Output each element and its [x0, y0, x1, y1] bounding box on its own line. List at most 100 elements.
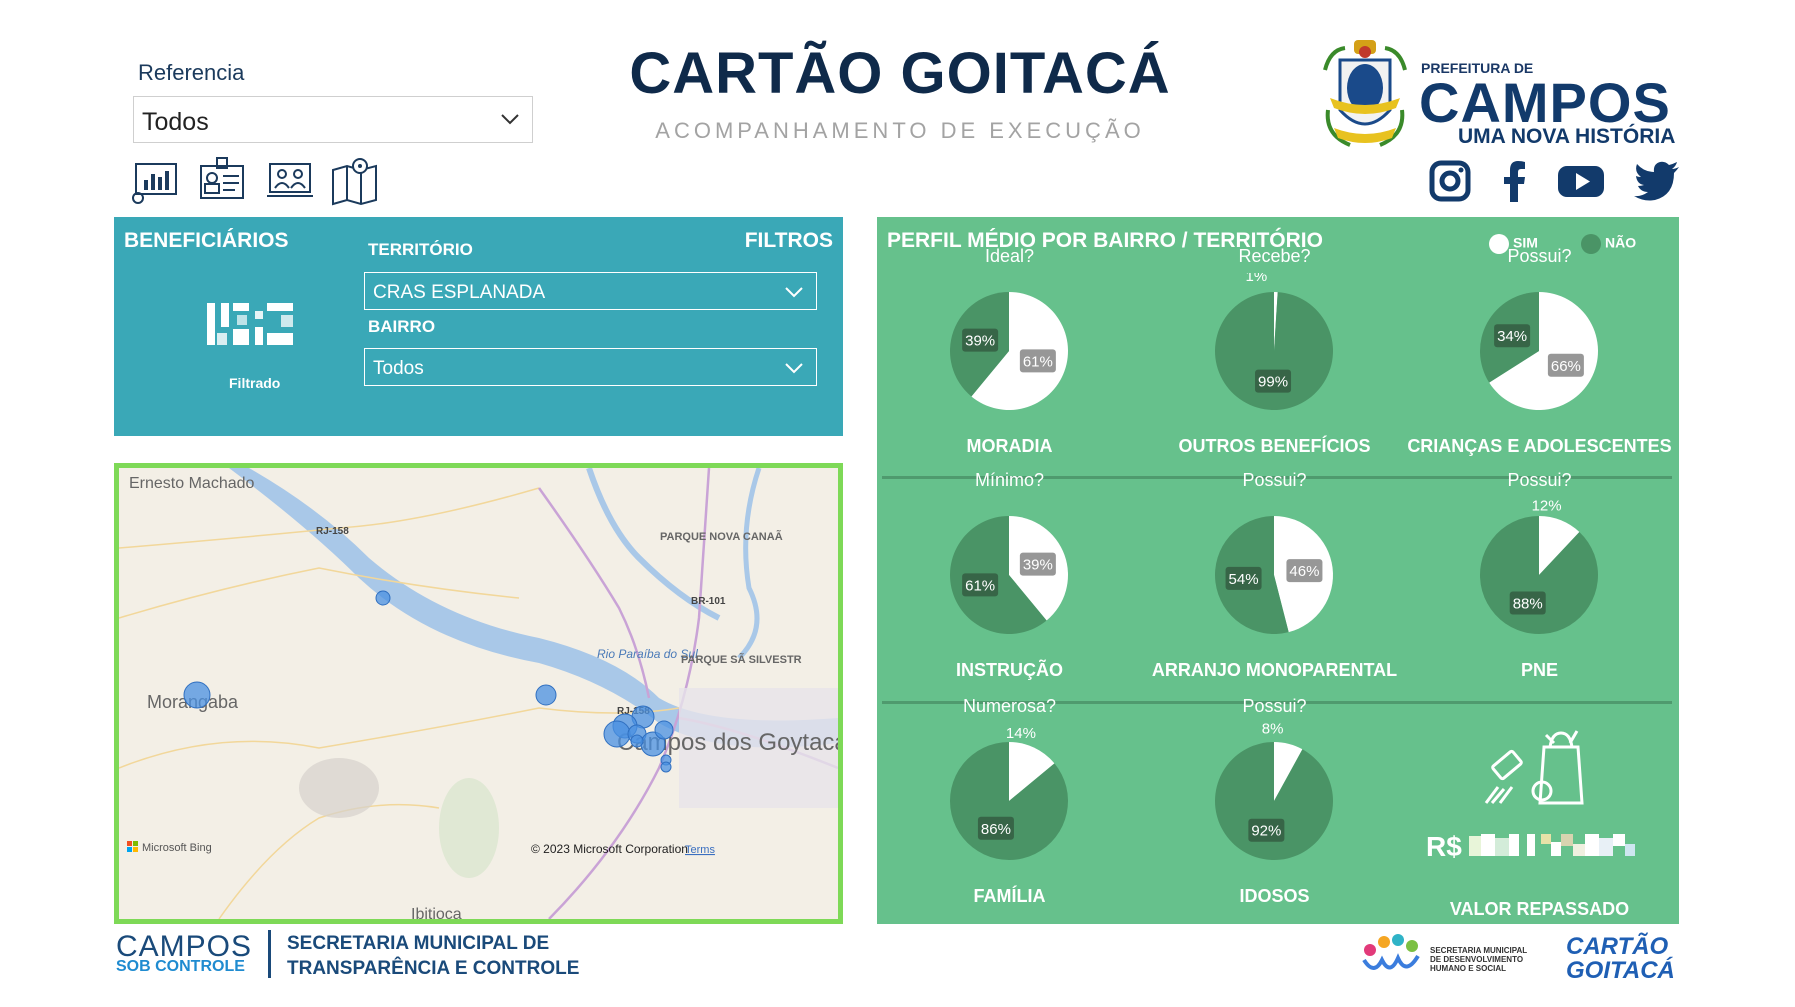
pie-label-sim: 66% — [1547, 353, 1584, 377]
pie-question: Recebe? — [1238, 246, 1311, 266]
map-bubble — [183, 681, 211, 709]
pie-question: Numerosa? — [962, 696, 1057, 716]
slogan: UMA NOVA HISTÓRIA — [1458, 125, 1676, 148]
pie-label-nao: 54% — [1225, 566, 1262, 590]
pie-chart-2[interactable]: Recebe? 1% 99% OUTROS BENEFÍCIOS — [1142, 237, 1407, 457]
svg-text:34%: 34% — [1497, 328, 1527, 345]
pie-label-sim: 1% — [1246, 273, 1268, 285]
pie-label-sim: 61% — [1019, 349, 1056, 373]
map-terms-link[interactable]: Terms — [685, 844, 715, 856]
map-place-label: PARQUE SÃ SILVESTR — [681, 653, 802, 666]
map-bubble — [630, 734, 644, 748]
pie-question: Possui? — [1242, 470, 1307, 490]
pie-chart-7[interactable]: Numerosa? 14% 86% FAMÍLIA — [877, 687, 1142, 907]
pie-question: Possui? — [1507, 470, 1572, 490]
pie-chart-6[interactable]: Possui? 12% 88% PNE — [1407, 461, 1672, 681]
cartao-logo-line-1: CARTÃO — [1566, 933, 1669, 960]
map-canvas[interactable]: Ernesto Machado RJ-158 PARQUE NOVA CANAÃ… — [119, 468, 838, 919]
page-title: CARTÃO GOITACÁ — [629, 41, 1171, 106]
map-place-label: PARQUE NOVA CANAÃ — [660, 530, 783, 543]
pie-chart-8[interactable]: Possui? 8% 92% IDOSOS — [1142, 687, 1407, 907]
chevron-down-icon — [501, 114, 519, 125]
pie-svg: 8% 92% — [1215, 723, 1333, 860]
cartao-goitaca-logo: CARTÃO GOITACÁ — [1566, 935, 1675, 983]
youtube-icon[interactable] — [1557, 160, 1605, 202]
pie-category: FAMÍLIA — [973, 886, 1046, 906]
cartao-logo-line-2: GOITACÁ — [1566, 957, 1675, 984]
map-pin-icon[interactable] — [330, 156, 380, 206]
svg-text:92%: 92% — [1251, 823, 1281, 840]
smds-label: SECRETARIA MUNICIPAL DE DESENVOLVIMENTO … — [1430, 946, 1527, 973]
facebook-icon[interactable] — [1494, 160, 1536, 202]
pie-label-sim: 12% — [1532, 497, 1562, 514]
svg-text:1%: 1% — [1246, 273, 1268, 285]
filtros-title: FILTROS — [744, 229, 833, 252]
pie-category: PNE — [1520, 660, 1558, 680]
map-provider: Microsoft Bing — [142, 842, 212, 854]
territorio-dropdown[interactable]: CRAS ESPLANADA — [364, 272, 817, 310]
valor-repassado-label: VALOR REPASSADO — [1449, 899, 1630, 919]
twitter-icon[interactable] — [1634, 160, 1680, 202]
bairro-label: BAIRRO — [368, 317, 436, 336]
svg-text:14%: 14% — [1006, 725, 1036, 742]
pie-svg: 14% 86% — [950, 725, 1068, 860]
smds-line-1: SECRETARIA MUNICIPAL — [1430, 946, 1528, 955]
map-place-label: Ernesto Machado — [129, 475, 255, 492]
beneficiarios-panel: BENEFICIÁRIOS Filtrado FILTROS TERRITÓRI… — [114, 217, 843, 436]
svg-text:88%: 88% — [1513, 596, 1543, 613]
smds-line-3: HUMANO E SOCIAL — [1430, 964, 1506, 973]
valor-currency: R$ — [1426, 831, 1462, 862]
pie-label-nao: 86% — [977, 816, 1014, 840]
pie-chart-1[interactable]: Ideal? 61% 39% MORADIA — [877, 237, 1142, 457]
pie-slice-nao[interactable] — [1215, 742, 1333, 860]
pie-svg: 46% 54% — [1215, 516, 1333, 634]
pie-label-nao: 34% — [1494, 324, 1531, 348]
pie-svg: 1% 99% — [1215, 273, 1333, 410]
sob-controle-label: SOB CONTROLE — [116, 958, 245, 975]
referencia-label: Referencia — [138, 60, 245, 85]
pie-chart-4[interactable]: Mínimo? 39% 61% INSTRUÇÃO — [877, 461, 1142, 681]
valor-amount-redacted — [1469, 834, 1635, 856]
svg-text:61%: 61% — [965, 577, 995, 594]
beneficiarios-map[interactable]: Ernesto Machado RJ-158 PARQUE NOVA CANAÃ… — [114, 463, 843, 924]
dashboard-icon[interactable] — [130, 156, 180, 206]
secretaria-line-2: TRANSPARÊNCIA E CONTROLE — [287, 958, 580, 979]
svg-text:66%: 66% — [1551, 358, 1581, 375]
page-subtitle: ACOMPANHAMENTO DE EXECUÇÃO — [655, 118, 1145, 143]
pie-label-nao: 92% — [1248, 818, 1285, 842]
people-screen-icon[interactable] — [265, 156, 315, 206]
svg-text:39%: 39% — [965, 333, 995, 350]
pie-category: MORADIA — [966, 436, 1053, 456]
chevron-down-icon — [785, 287, 803, 298]
instagram-icon[interactable] — [1429, 160, 1471, 202]
pie-label-nao: 39% — [962, 328, 999, 352]
svg-text:86%: 86% — [981, 821, 1011, 838]
pie-label-sim: 46% — [1286, 559, 1323, 583]
bairro-dropdown[interactable]: Todos — [364, 348, 817, 386]
svg-text:46%: 46% — [1289, 563, 1319, 580]
map-bubble — [535, 684, 557, 706]
pie-svg: 61% 39% — [950, 292, 1068, 410]
pie-chart-5[interactable]: Possui? 46% 54% ARRANJO MONOPARENTAL — [1142, 461, 1407, 681]
pie-chart-3[interactable]: Possui? 66% 34% CRIANÇAS E ADOLESCENTES — [1407, 237, 1672, 457]
id-card-icon[interactable] — [197, 156, 247, 206]
pie-category: IDOSOS — [1239, 886, 1310, 906]
territorio-label: TERRITÓRIO — [368, 240, 473, 259]
secretaria-line-1: SECRETARIA MUNICIPAL DE — [287, 933, 550, 954]
chevron-down-icon — [785, 363, 803, 374]
pie-label-nao: 99% — [1255, 369, 1292, 393]
pie-slice-nao[interactable] — [1480, 516, 1598, 634]
footer-divider — [268, 930, 271, 978]
svg-text:12%: 12% — [1532, 497, 1562, 514]
beneficiarios-count-redacted — [207, 303, 293, 345]
pie-category: INSTRUÇÃO — [956, 660, 1063, 680]
svg-text:99%: 99% — [1258, 374, 1288, 391]
road-label: BR-101 — [691, 596, 726, 607]
pie-question: Possui? — [1507, 246, 1572, 266]
road-label: RJ-158 — [316, 526, 349, 537]
referencia-dropdown[interactable]: Todos — [133, 96, 533, 143]
perfil-medio-panel: PERFIL MÉDIO POR BAIRRO / TERRITÓRIO SIM… — [877, 217, 1679, 924]
beneficiarios-title: BENEFICIÁRIOS — [124, 229, 289, 252]
svg-text:8%: 8% — [1262, 723, 1284, 737]
pie-question: Mínimo? — [974, 470, 1045, 490]
